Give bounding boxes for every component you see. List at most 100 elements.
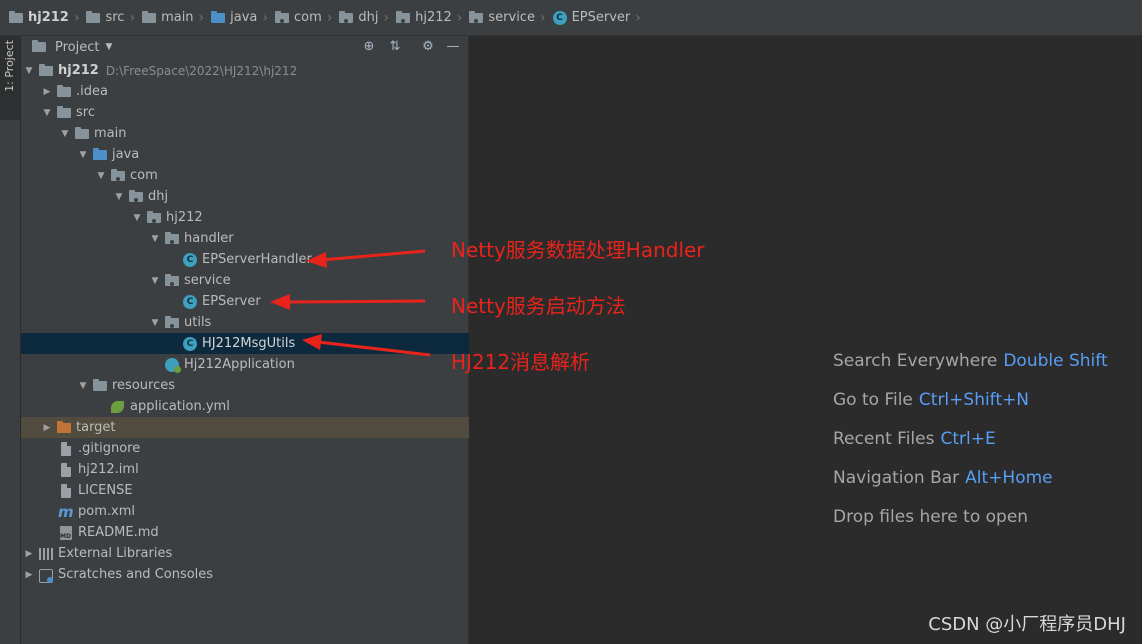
package-icon — [146, 210, 162, 226]
project-panel-header: Project ▼ ⊕ ⇅ ⚙ — — [21, 36, 468, 58]
chevron-right-icon: › — [198, 9, 205, 26]
package-icon — [395, 10, 411, 26]
breadcrumb: hj212 › src › main › java › com › dhj › … — [0, 0, 1142, 36]
tree-item-license[interactable]: LICENSE — [21, 480, 502, 501]
breadcrumb-item-epserver[interactable]: C EPServer — [552, 10, 630, 26]
file-icon — [58, 441, 74, 457]
annotation-utils: HJ212消息解析 — [451, 350, 591, 374]
hint-navigation-bar: Navigation Bar Alt+Home — [833, 468, 1053, 488]
chevron-right-icon: › — [129, 9, 136, 26]
resources-folder-icon — [92, 378, 108, 394]
locate-file-icon[interactable]: ⊕ — [361, 39, 377, 55]
collapsed-arrow-icon[interactable]: ▶ — [41, 87, 53, 97]
breadcrumb-item-com[interactable]: com — [274, 10, 322, 26]
annotation-handler: Netty服务数据处理Handler — [451, 238, 705, 262]
package-icon — [164, 273, 180, 289]
chevron-right-icon: › — [262, 9, 269, 26]
module-folder-icon — [8, 10, 24, 26]
breadcrumb-item-java[interactable]: java — [210, 10, 257, 26]
project-view-selector[interactable]: Project — [55, 40, 99, 55]
annotation-server: Netty服务启动方法 — [451, 294, 626, 318]
expand-arrow-icon[interactable]: ▼ — [113, 192, 125, 202]
chevron-right-icon: › — [383, 9, 390, 26]
expand-arrow-icon[interactable]: ▼ — [59, 129, 71, 139]
collapsed-arrow-icon[interactable]: ▶ — [23, 570, 35, 580]
tree-item-com[interactable]: ▼ com — [21, 165, 542, 186]
hint-go-to-file: Go to File Ctrl+Shift+N — [833, 390, 1029, 410]
excluded-folder-icon — [56, 420, 72, 436]
tree-item-target[interactable]: ▶ target — [21, 417, 488, 438]
expand-arrow-icon[interactable]: ▼ — [23, 66, 35, 76]
breadcrumb-item-dhj[interactable]: dhj — [338, 10, 379, 26]
file-icon — [58, 462, 74, 478]
spring-boot-class-icon — [164, 357, 181, 373]
chevron-right-icon: › — [326, 9, 333, 26]
java-class-icon: C — [552, 10, 568, 26]
java-class-icon: C — [182, 336, 198, 352]
maven-icon: m — [58, 502, 74, 521]
watermark: CSDN @小厂程序员DHJ — [928, 614, 1126, 635]
expand-arrow-icon[interactable]: ▼ — [77, 150, 89, 160]
folder-icon — [56, 105, 72, 121]
gear-icon[interactable]: ⚙ — [420, 39, 436, 55]
chevron-right-icon: › — [635, 9, 641, 26]
tree-item-idea[interactable]: ▶ .idea — [21, 81, 488, 102]
tree-item-iml[interactable]: hj212.iml — [21, 459, 502, 480]
expand-arrow-icon[interactable]: ▼ — [149, 318, 161, 328]
package-icon — [164, 231, 180, 247]
collapse-all-icon[interactable]: ⇅ — [387, 39, 403, 55]
module-folder-icon — [38, 63, 54, 79]
project-tool-tab-label: 1: Project — [3, 40, 16, 92]
dropdown-caret-icon[interactable]: ▼ — [105, 42, 112, 52]
breadcrumb-item-hj212-package[interactable]: hj212 — [395, 10, 452, 26]
package-icon — [164, 315, 180, 331]
java-class-icon: C — [182, 294, 198, 310]
package-icon — [468, 10, 484, 26]
expand-arrow-icon[interactable]: ▼ — [131, 213, 143, 223]
project-tool-tab[interactable]: 1: Project — [0, 36, 20, 120]
editor-empty-area[interactable]: Search Everywhere Double Shift Go to File… — [469, 36, 1142, 644]
minimize-icon[interactable]: — — [445, 39, 461, 55]
chevron-right-icon: › — [456, 9, 463, 26]
expand-arrow-icon[interactable]: ▼ — [95, 171, 107, 181]
breadcrumb-item-service[interactable]: service — [468, 10, 535, 26]
breadcrumb-item-hj212[interactable]: hj212 — [8, 10, 69, 26]
breadcrumb-item-src[interactable]: src — [85, 10, 124, 26]
tree-item-main[interactable]: ▼ main — [21, 123, 506, 144]
breadcrumb-item-main[interactable]: main — [141, 10, 194, 26]
folder-icon — [74, 126, 90, 142]
tool-window-strip: 1: Project — [0, 36, 21, 644]
tree-item-external-libraries[interactable]: ▶ External Libraries — [21, 543, 470, 564]
file-icon — [58, 483, 74, 499]
scratches-icon — [38, 567, 54, 583]
package-icon — [338, 10, 354, 26]
expand-arrow-icon[interactable]: ▼ — [77, 381, 89, 391]
hint-search-everywhere: Search Everywhere Double Shift — [833, 351, 1108, 371]
expand-arrow-icon[interactable]: ▼ — [149, 234, 161, 244]
tree-item-gitignore[interactable]: .gitignore — [21, 438, 502, 459]
collapsed-arrow-icon[interactable]: ▶ — [41, 423, 53, 433]
tree-item-scratches[interactable]: ▶ Scratches and Consoles — [21, 564, 470, 585]
expand-arrow-icon[interactable]: ▼ — [41, 108, 53, 118]
chevron-right-icon: › — [73, 9, 80, 26]
project-panel: Project ▼ ⊕ ⇅ ⚙ — ▼ hj212 D:\FreeSpace\2… — [21, 36, 626, 644]
java-class-icon: C — [182, 252, 198, 268]
tree-item-java[interactable]: ▼ java — [21, 144, 524, 165]
tree-item-resources[interactable]: ▼ resources — [21, 375, 524, 396]
folder-icon — [141, 10, 157, 26]
yaml-file-icon — [110, 399, 126, 415]
source-folder-icon — [210, 10, 226, 26]
collapsed-arrow-icon[interactable]: ▶ — [23, 549, 35, 559]
markdown-file-icon: MD — [58, 525, 74, 541]
tree-item-src[interactable]: ▼ src — [21, 102, 488, 123]
tree-item-readme[interactable]: MD README.md — [21, 522, 502, 543]
tree-item-pom[interactable]: m pom.xml — [21, 501, 502, 522]
hint-drop-files: Drop files here to open — [833, 507, 1029, 527]
package-icon — [274, 10, 290, 26]
project-view-icon — [31, 39, 47, 55]
package-icon — [110, 168, 126, 184]
chevron-right-icon: › — [539, 9, 546, 26]
tree-item-root[interactable]: ▼ hj212 D:\FreeSpace\2022\HJ212\hj212 — [21, 60, 470, 81]
expand-arrow-icon[interactable]: ▼ — [149, 276, 161, 286]
source-folder-icon — [92, 147, 108, 163]
